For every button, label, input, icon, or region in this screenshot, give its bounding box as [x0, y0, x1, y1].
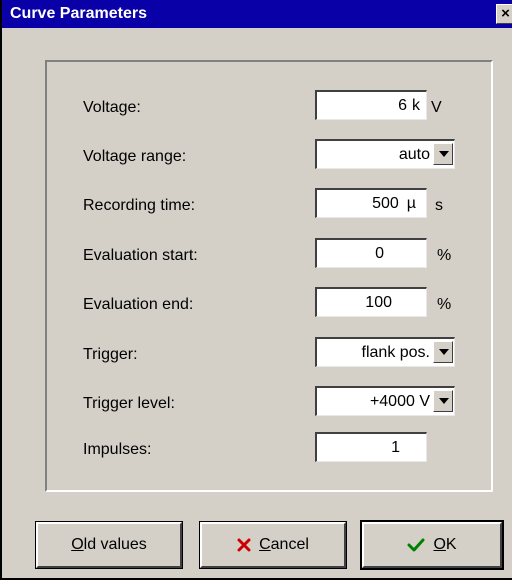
evaluation-end-label: Evaluation end:	[83, 296, 194, 313]
evaluation-start-value: 0	[375, 245, 384, 262]
old-values-label: ld values	[83, 536, 147, 553]
trigger-label: Trigger:	[83, 346, 138, 363]
close-icon: ×	[501, 5, 510, 22]
cancel-mnemonic: C	[259, 536, 271, 553]
evaluation-start-unit: %	[437, 247, 452, 264]
voltage-range-select[interactable]: auto	[315, 139, 455, 169]
evaluation-start-row: Evaluation start: 0 %	[47, 238, 491, 272]
voltage-range-value: auto	[398, 146, 430, 163]
recording-time-unit: s	[435, 197, 443, 214]
parameters-panel: Voltage: 6k V Voltage range: auto Record…	[45, 60, 493, 492]
evaluation-start-input[interactable]: 0	[315, 238, 427, 268]
trigger-level-label: Trigger level:	[83, 395, 175, 412]
chevron-down-icon	[439, 398, 449, 404]
trigger-value: flank pos.	[361, 344, 430, 361]
ok-mnemonic: O	[433, 536, 446, 553]
evaluation-start-label: Evaluation start:	[83, 247, 198, 264]
curve-parameters-dialog: Curve Parameters × Voltage: 6k V Voltage…	[0, 0, 512, 580]
check-mark-icon	[407, 538, 425, 552]
voltage-input[interactable]: 6k	[315, 90, 427, 120]
impulses-value: 1	[391, 439, 400, 456]
voltage-prefix: k	[412, 97, 420, 114]
trigger-level-row: Trigger level: +4000 V	[47, 386, 491, 420]
impulses-label: Impulses:	[83, 441, 152, 458]
trigger-select[interactable]: flank pos.	[315, 337, 455, 367]
title-bar[interactable]: Curve Parameters ×	[2, 0, 512, 28]
recording-time-row: Recording time: 500 µ s	[47, 188, 491, 222]
voltage-range-dropdown-button[interactable]	[433, 143, 453, 165]
ok-label: K	[445, 536, 457, 553]
evaluation-end-unit: %	[437, 296, 452, 313]
voltage-label: Voltage:	[83, 99, 141, 116]
voltage-unit: V	[431, 99, 442, 116]
window-title: Curve Parameters	[10, 5, 147, 22]
recording-time-value: 500	[372, 195, 399, 212]
old-values-button[interactable]: Old values	[35, 521, 183, 569]
recording-time-label: Recording time:	[83, 197, 196, 214]
trigger-level-dropdown-button[interactable]	[433, 390, 453, 412]
voltage-value: 6	[398, 97, 407, 114]
voltage-range-row: Voltage range: auto	[47, 139, 491, 173]
recording-time-prefix: µ	[406, 195, 416, 212]
cancel-button[interactable]: Cancel	[199, 521, 347, 569]
chevron-down-icon	[439, 349, 449, 355]
impulses-input[interactable]: 1	[315, 432, 427, 462]
x-mark-icon	[237, 538, 251, 552]
voltage-row: Voltage: 6k V	[47, 90, 491, 124]
trigger-level-value: +4000 V	[369, 393, 430, 410]
recording-time-input[interactable]: 500 µ	[315, 188, 427, 218]
ok-button[interactable]: OK	[360, 520, 504, 570]
close-button[interactable]: ×	[496, 4, 512, 24]
chevron-down-icon	[439, 151, 449, 157]
evaluation-end-input[interactable]: 100	[315, 287, 427, 317]
trigger-dropdown-button[interactable]	[433, 341, 453, 363]
evaluation-end-row: Evaluation end: 100 %	[47, 287, 491, 321]
trigger-row: Trigger: flank pos.	[47, 337, 491, 371]
voltage-range-label: Voltage range:	[83, 148, 187, 165]
old-values-mnemonic: O	[71, 536, 84, 553]
impulses-row: Impulses: 1	[47, 432, 491, 466]
evaluation-end-value: 100	[365, 294, 392, 311]
cancel-label: ancel	[270, 536, 309, 553]
trigger-level-select[interactable]: +4000 V	[315, 386, 455, 416]
